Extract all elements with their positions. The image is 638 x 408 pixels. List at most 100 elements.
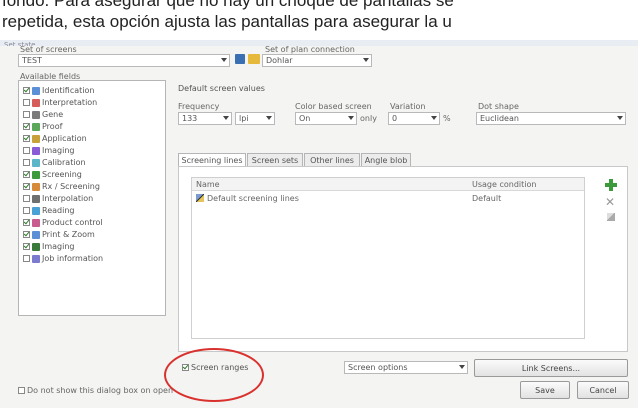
tab-label: Screening lines: [181, 156, 243, 165]
tab-other-lines[interactable]: Other lines: [304, 153, 360, 166]
field-icon: [32, 122, 40, 131]
checkbox-icon: [18, 387, 25, 394]
tree-item-label: Print & Zoom: [42, 230, 95, 239]
checkbox-icon[interactable]: [23, 87, 30, 94]
dot-shape-label: Dot shape: [478, 102, 519, 111]
pencil-icon: [196, 194, 204, 202]
checkbox-icon[interactable]: [23, 159, 30, 166]
color-based-label: Color based screen: [295, 102, 372, 111]
frequency-unit-value: lpi: [239, 114, 249, 123]
defaults-section-label: Default screen values: [178, 84, 265, 93]
field-icon: [32, 206, 40, 215]
field-icon: [32, 146, 40, 155]
checkbox-icon[interactable]: [23, 231, 30, 238]
screen-options-select[interactable]: Screen options: [344, 361, 468, 374]
save-button[interactable]: Save: [520, 381, 570, 399]
col-name-header: Name: [196, 180, 220, 189]
frequency-value: 133: [182, 114, 198, 123]
footer-checkbox[interactable]: Do not show this dialog box on open: [18, 386, 173, 395]
save-set-icon[interactable]: [235, 54, 245, 64]
checkbox-icon[interactable]: [23, 171, 30, 178]
dot-shape-select[interactable]: Euclidean: [476, 112, 626, 125]
add-icon[interactable]: [605, 179, 617, 191]
checkbox-icon[interactable]: [23, 123, 30, 130]
tree-item[interactable]: Proof: [23, 121, 62, 132]
tree-item[interactable]: Screening: [23, 169, 82, 180]
set-select[interactable]: TEST: [18, 54, 230, 67]
color-based-unit: only: [360, 114, 377, 123]
tree-item[interactable]: Interpolation: [23, 193, 93, 204]
frequency-input[interactable]: 133: [178, 112, 232, 125]
save-button-label: Save: [535, 385, 555, 395]
variation-input[interactable]: 0: [388, 112, 440, 125]
tree-item-label: Proof: [42, 122, 63, 131]
tree-item[interactable]: Rx / Screening: [23, 181, 100, 192]
tree-item[interactable]: Print & Zoom: [23, 229, 95, 240]
field-icon: [32, 170, 40, 179]
field-icon: [32, 182, 40, 191]
tree-item-label: Application: [42, 134, 87, 143]
checkbox-icon[interactable]: [23, 219, 30, 226]
tree-item[interactable]: Imaging: [23, 145, 75, 156]
row-name: Default screening lines: [207, 194, 299, 203]
color-based-value: On: [299, 114, 311, 123]
checkbox-icon: [182, 364, 189, 371]
screen-ranges-label: Screen ranges: [191, 363, 249, 372]
field-icon: [32, 218, 40, 227]
color-based-select[interactable]: On: [295, 112, 357, 125]
tree-item-label: Imaging: [42, 146, 75, 155]
tree-item[interactable]: Application: [23, 133, 87, 144]
checkbox-icon[interactable]: [23, 207, 30, 214]
cancel-button[interactable]: Cancel: [577, 381, 629, 399]
frequency-label: Frequency: [178, 102, 220, 111]
tab-screen-sets[interactable]: Screen sets: [247, 153, 303, 166]
caption-line-1: fondo. Para asegurar que no hay un choqu…: [2, 0, 454, 10]
frequency-unit-select[interactable]: lpi: [235, 112, 275, 125]
field-icon: [32, 230, 40, 239]
field-icon: [32, 242, 40, 251]
link-screens-label: Link Screens...: [521, 363, 581, 373]
tree-item[interactable]: Interpretation: [23, 97, 97, 108]
footer-checkbox-label: Do not show this dialog box on open: [27, 386, 174, 395]
chevron-down-icon: [363, 58, 369, 62]
tree-item-label: Rx / Screening: [42, 182, 100, 191]
tree-item-label: Interpolation: [42, 194, 94, 203]
checkbox-icon[interactable]: [23, 99, 30, 106]
cancel-button-label: Cancel: [589, 385, 617, 395]
table-row[interactable]: Default screening lines Default: [192, 192, 584, 204]
fields-tree: Identification Interpretation Gene Proof App…: [18, 80, 166, 316]
set-label: Set of screens: [20, 45, 77, 54]
checkbox-icon[interactable]: [23, 195, 30, 202]
field-icon: [32, 194, 40, 203]
tree-item-label: Screening: [42, 170, 82, 179]
chevron-down-icon: [617, 116, 623, 120]
tree-item-label: Imaging: [42, 242, 75, 251]
checkbox-icon[interactable]: [23, 135, 30, 142]
tree-item[interactable]: Identification: [23, 85, 94, 96]
tree-item[interactable]: Product control: [23, 217, 103, 228]
tab-angle-blob[interactable]: Angle blob: [361, 153, 411, 166]
checkbox-icon[interactable]: [23, 183, 30, 190]
edit-icon[interactable]: [607, 213, 615, 221]
screen-ranges-checkbox[interactable]: Screen ranges: [182, 363, 248, 372]
field-icon: [32, 98, 40, 107]
checkbox-icon[interactable]: [23, 255, 30, 262]
link-screens-button[interactable]: Link Screens...: [474, 359, 628, 377]
setup-select[interactable]: Dohlar: [262, 54, 372, 67]
folder-icon[interactable]: [248, 54, 260, 64]
tab-screening-lines[interactable]: Screening lines: [178, 153, 246, 167]
checkbox-icon[interactable]: [23, 111, 30, 118]
variation-unit: %: [443, 114, 451, 123]
checkbox-icon[interactable]: [23, 147, 30, 154]
tree-item[interactable]: Imaging: [23, 241, 75, 252]
delete-icon[interactable]: ✕: [605, 196, 616, 208]
chevron-down-icon: [348, 116, 354, 120]
chevron-down-icon: [221, 58, 227, 62]
tree-item[interactable]: Job information: [23, 253, 103, 264]
chevron-down-icon: [431, 116, 437, 120]
field-icon: [32, 86, 40, 95]
tree-item[interactable]: Gene: [23, 109, 63, 120]
tree-item[interactable]: Calibration: [23, 157, 86, 168]
tree-item[interactable]: Reading: [23, 205, 74, 216]
checkbox-icon[interactable]: [23, 243, 30, 250]
